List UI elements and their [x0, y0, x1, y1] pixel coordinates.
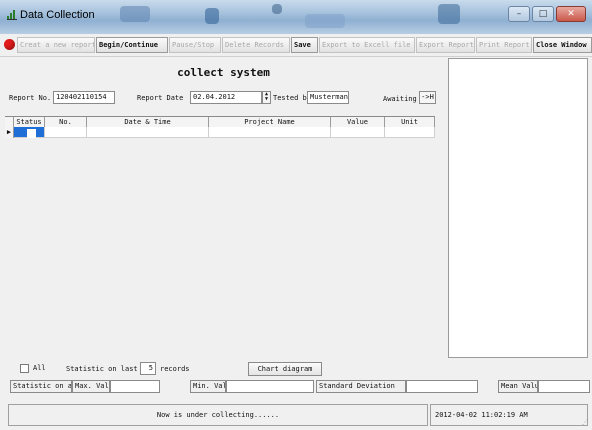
- begin-continue-button[interactable]: Begin/Continue: [96, 37, 168, 53]
- title-bar-glare: [205, 8, 219, 24]
- title-bar-glare: [272, 4, 282, 14]
- status-cell[interactable]: [14, 127, 45, 138]
- report-no-field[interactable]: 120402110154: [53, 91, 115, 104]
- minimize-button[interactable]: –: [508, 6, 530, 22]
- date-spinner[interactable]: ▲ ▼: [262, 91, 271, 104]
- project-name-cell[interactable]: [209, 127, 331, 138]
- date-time-cell[interactable]: [87, 127, 209, 138]
- row-pointer-icon: ▶: [5, 127, 14, 138]
- title-bar-glare: [120, 6, 150, 22]
- tested-by-label: Tested by: [273, 94, 311, 102]
- close-window-button[interactable]: Close Window: [533, 37, 592, 53]
- collection-panel: collect system Report No. 120402110154 R…: [5, 58, 442, 358]
- chart-panel: [448, 58, 588, 358]
- status-checkbox[interactable]: [27, 129, 36, 138]
- status-datetime: 2012-04-02 11:02:19 AM: [430, 404, 588, 426]
- maximize-button[interactable]: □: [532, 6, 554, 22]
- column-status[interactable]: Status: [14, 117, 45, 127]
- records-count-field[interactable]: 5: [140, 362, 156, 375]
- export-excel-button[interactable]: Export to Excell file: [319, 37, 415, 53]
- awaiting-label: Awaiting: [383, 95, 417, 103]
- data-collection-window: Data Collection – □ ✕ Creat a new report…: [0, 0, 592, 430]
- column-unit[interactable]: Unit: [385, 117, 435, 127]
- records-grid[interactable]: Status No. Date & Time Project Name Valu…: [5, 116, 435, 204]
- delete-records-button[interactable]: Delete Records: [222, 37, 290, 53]
- std-deviation-label: Standard Deviation: [316, 380, 406, 393]
- column-project-name[interactable]: Project Name: [209, 117, 331, 127]
- awaiting-button[interactable]: ->H: [419, 91, 436, 104]
- page-title: collect system: [177, 66, 270, 79]
- resize-grip-icon[interactable]: ⋰: [582, 419, 590, 427]
- statistics-section: All Statistic on last 5 records Chart di…: [0, 360, 592, 400]
- mean-value-field[interactable]: [538, 380, 590, 393]
- mean-value-label: Mean Value: [498, 380, 538, 393]
- unit-cell[interactable]: [385, 127, 435, 138]
- report-no-label: Report No.: [9, 94, 52, 102]
- min-value-label: Min. Value: [190, 380, 226, 393]
- report-date-field[interactable]: 02.04.2012: [190, 91, 262, 104]
- close-button[interactable]: ✕: [556, 6, 586, 22]
- table-row[interactable]: ▶: [5, 127, 435, 138]
- print-report-button[interactable]: Print Report: [476, 37, 532, 53]
- no-cell[interactable]: [45, 127, 87, 138]
- tested-by-field[interactable]: Mustermann: [307, 91, 349, 104]
- std-deviation-field[interactable]: [406, 380, 478, 393]
- export-report-button[interactable]: Export Report: [416, 37, 475, 53]
- column-no[interactable]: No.: [45, 117, 87, 127]
- new-report-button[interactable]: Creat a new report: [17, 37, 95, 53]
- status-bar: Now is under collecting...... 2012-04-02…: [0, 402, 592, 430]
- min-value-field[interactable]: [226, 380, 314, 393]
- column-value[interactable]: Value: [331, 117, 385, 127]
- save-button[interactable]: Save: [291, 37, 318, 53]
- report-date-label: Report Date: [137, 94, 184, 102]
- statistic-on-last-label: Statistic on last: [66, 365, 138, 373]
- status-message: Now is under collecting......: [8, 404, 428, 426]
- title-bar-glare: [438, 4, 460, 24]
- title-bar[interactable]: Data Collection – □ ✕: [0, 0, 592, 34]
- record-indicator-icon: [4, 39, 15, 50]
- pause-stop-button[interactable]: Pause/Stop: [169, 37, 221, 53]
- grid-corner: [5, 117, 14, 127]
- window-controls: – □ ✕: [508, 6, 586, 22]
- column-date-time[interactable]: Date & Time: [87, 117, 209, 127]
- all-label: All: [33, 364, 46, 372]
- records-label: records: [160, 365, 190, 373]
- title-bar-glare: [305, 14, 345, 28]
- toolbar: Creat a new report Begin/Continue Pause/…: [0, 34, 592, 57]
- app-icon: [7, 10, 17, 20]
- statistic-on-all-label: Statistic on all: [10, 380, 72, 393]
- max-value-label: Max. Value: [72, 380, 110, 393]
- chart-diagram-button[interactable]: Chart diagram: [248, 362, 322, 376]
- all-checkbox[interactable]: [20, 364, 29, 373]
- value-cell[interactable]: [331, 127, 385, 138]
- max-value-field[interactable]: [110, 380, 160, 393]
- window-title: Data Collection: [20, 9, 95, 21]
